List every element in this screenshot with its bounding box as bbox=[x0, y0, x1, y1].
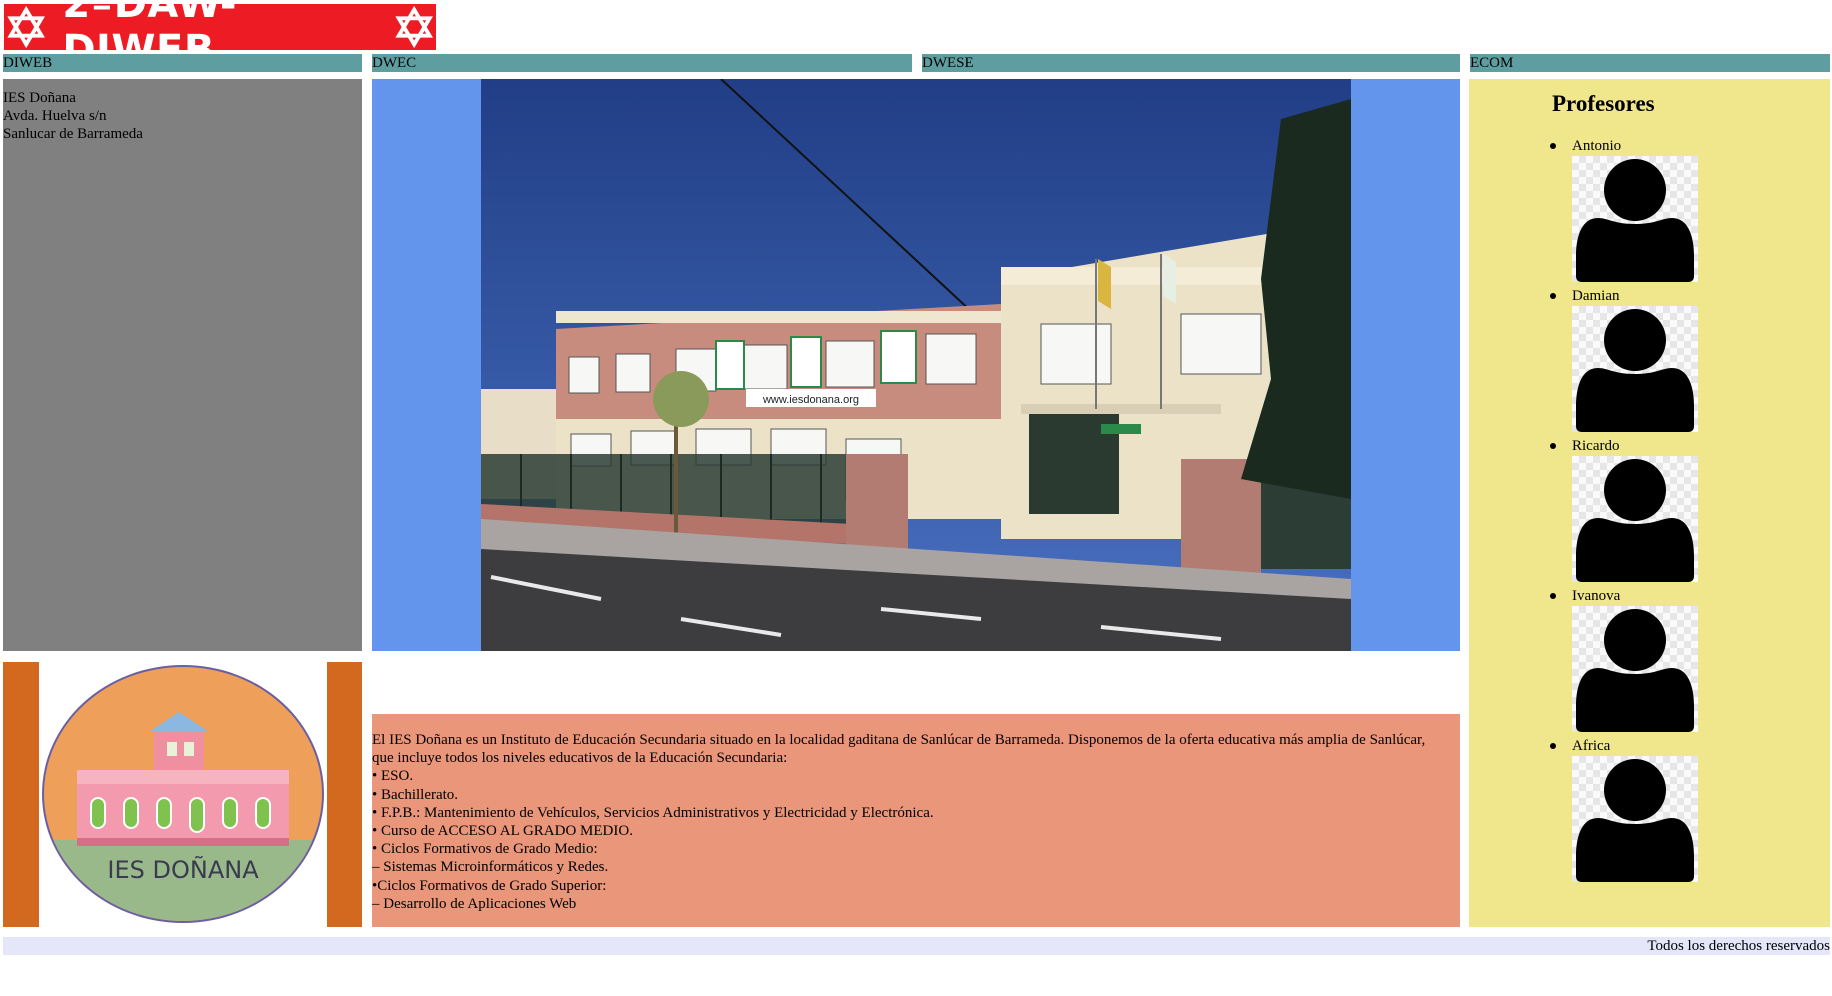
page-footer: Todos los derechos reservados bbox=[3, 937, 1830, 955]
photo-banner-text: www.iesdonana.org bbox=[762, 394, 859, 406]
nav-item-ecom[interactable]: ECOM bbox=[1470, 54, 1830, 72]
professor-name: Ricardo bbox=[1572, 438, 1620, 454]
user-silhouette-icon bbox=[1576, 759, 1694, 882]
bullet-icon bbox=[1550, 743, 1556, 749]
nav-item-dwec[interactable]: DWEC bbox=[372, 54, 912, 72]
description-line: – Sistemas Microinformáticos y Redes. bbox=[372, 859, 609, 876]
user-silhouette-icon bbox=[1576, 309, 1694, 432]
description-line: •Ciclos Formativos de Grado Superior: bbox=[372, 877, 607, 894]
school-building-photo: www.iesdonana.org bbox=[481, 79, 1351, 651]
professors-panel: Profesores Antonio Damian Ricardo Ivanov… bbox=[1469, 79, 1830, 927]
avatar bbox=[1572, 756, 1698, 882]
nav-item-diweb[interactable]: DIWEB bbox=[3, 54, 362, 72]
star-of-david-icon bbox=[7, 5, 45, 49]
description-line: – Desarrollo de Aplicaciones Web bbox=[372, 895, 577, 912]
avatar bbox=[1572, 156, 1698, 282]
professor-name: Ivanova bbox=[1572, 588, 1621, 604]
avatar bbox=[1572, 456, 1698, 582]
professor-name: Damian bbox=[1572, 288, 1620, 304]
description-intro: El IES Doñana es un Instituto de Educaci… bbox=[372, 732, 1426, 767]
school-logo-panel: IES DOÑANA bbox=[3, 662, 362, 927]
school-photo-panel: www.iesdonana.org bbox=[372, 79, 1460, 651]
professors-heading: Profesores bbox=[1552, 91, 1655, 116]
avatar bbox=[1572, 606, 1698, 732]
user-silhouette-icon bbox=[1576, 459, 1694, 582]
description-line: • Curso de ACCESO AL GRADO MEDIO. bbox=[372, 823, 633, 840]
bullet-icon bbox=[1550, 593, 1556, 599]
professor-name: Africa bbox=[1572, 738, 1611, 754]
school-description: El IES Doñana es un Instituto de Educaci… bbox=[372, 714, 1460, 927]
user-silhouette-icon bbox=[1576, 609, 1694, 732]
bullet-icon bbox=[1550, 293, 1556, 299]
description-line: • Ciclos Formativos de Grado Medio: bbox=[372, 841, 598, 858]
site-header-banner: 2ºDAW-DIWEB bbox=[4, 0, 436, 73]
description-line: • Bachillerato. bbox=[372, 786, 459, 803]
star-of-david-icon bbox=[395, 5, 433, 49]
logo-text: IES DOÑANA bbox=[107, 854, 259, 884]
bullet-icon bbox=[1550, 143, 1556, 149]
description-line: • ESO. bbox=[372, 768, 414, 785]
school-street: Avda. Huelva s/n bbox=[3, 108, 107, 124]
user-silhouette-icon bbox=[1576, 159, 1694, 282]
school-name: IES Doñana bbox=[3, 90, 76, 106]
school-city: Sanlucar de Barrameda bbox=[3, 126, 143, 142]
school-address-panel: IES Doñana Avda. Huelva s/n Sanlucar de … bbox=[3, 79, 362, 651]
school-logo: IES DOÑANA bbox=[39, 662, 327, 927]
nav-item-dwese[interactable]: DWESE bbox=[922, 54, 1460, 72]
professor-name: Antonio bbox=[1572, 138, 1622, 154]
description-line: • F.P.B.: Mantenimiento de Vehículos, Se… bbox=[372, 804, 934, 821]
bullet-icon bbox=[1550, 443, 1556, 449]
avatar bbox=[1572, 306, 1698, 432]
